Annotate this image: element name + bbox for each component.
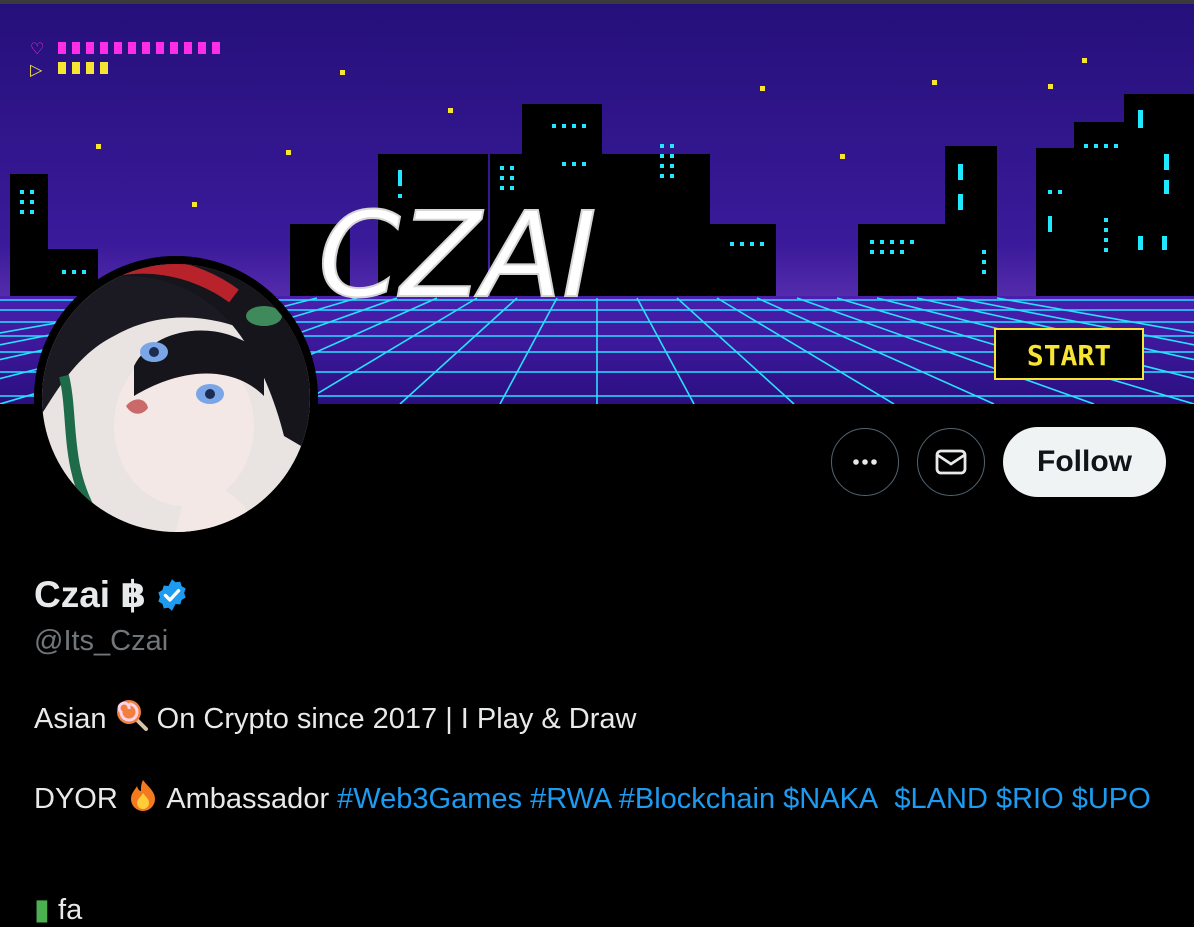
bio-line-3-partial: ▮ fa — [34, 892, 82, 927]
profile-actions: Follow — [831, 427, 1166, 497]
cashtag-land[interactable]: $LAND — [894, 783, 988, 815]
message-button[interactable] — [917, 428, 986, 496]
follow-button[interactable]: Follow — [1003, 427, 1166, 497]
more-button[interactable] — [831, 428, 900, 496]
profile-handle: @Its_Czai — [34, 625, 169, 657]
more-icon — [853, 459, 877, 465]
bio-text: Asian — [34, 703, 115, 735]
mail-icon — [935, 449, 967, 475]
cashtag-rio[interactable]: $RIO — [996, 783, 1064, 815]
hud-play-icon: ▷ — [30, 60, 43, 79]
lollipop-icon — [115, 698, 149, 740]
hashtag-rwa[interactable]: #RWA — [530, 783, 611, 815]
bio-text: DYOR — [34, 783, 126, 815]
profile-name-row: Czai ฿ — [34, 573, 190, 616]
avatar-illustration — [34, 256, 318, 540]
hashtag-blockchain[interactable]: #Blockchain — [619, 783, 775, 815]
start-label: START — [1027, 339, 1111, 372]
avatar[interactable] — [34, 256, 318, 540]
bio-line-2: DYOR Ambassador #Web3Games #RWA #Blockch… — [34, 778, 1154, 823]
cashtag-naka[interactable]: $NAKA — [783, 783, 878, 815]
bio-text: On Crypto since 2017 | I Play & Draw — [148, 703, 637, 735]
banner-title: CZAI — [318, 186, 597, 324]
hashtag-web3games[interactable]: #Web3Games — [337, 783, 522, 815]
fire-icon — [126, 778, 160, 823]
bio-text: Ambassador — [159, 783, 338, 815]
verified-badge-icon[interactable] — [154, 577, 190, 613]
cashtag-upo[interactable]: $UPO — [1072, 783, 1151, 815]
bio-text: fa — [58, 894, 83, 926]
display-name: Czai ฿ — [34, 574, 147, 615]
bio-line-1: Asian On Crypto since 2017 | I Play & Dr… — [34, 698, 636, 740]
partial-emoji-icon: ▮ — [34, 894, 50, 926]
hud-heart-icon: ♡ — [30, 39, 44, 58]
